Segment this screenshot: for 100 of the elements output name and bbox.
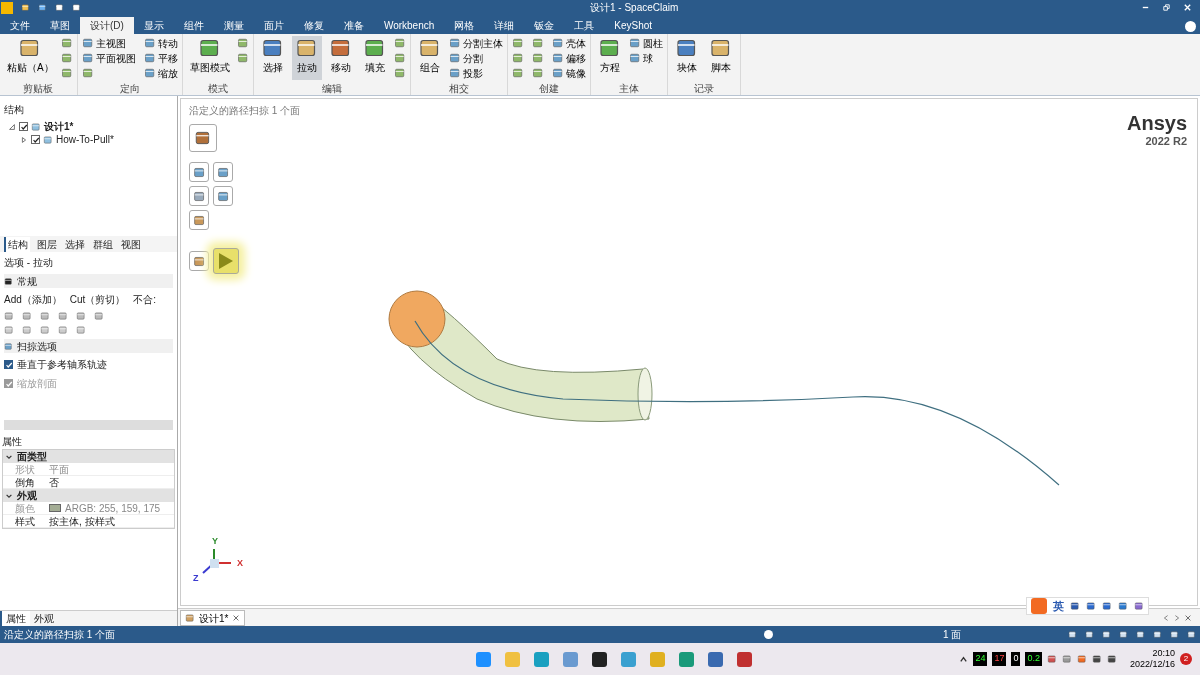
ribbon-tool-button[interactable]: 组合 [414,36,445,80]
panel-tab[interactable]: 图层 [36,236,58,252]
ribbon-small-button[interactable]: 圆柱 [628,36,663,50]
ribbon-tool-button[interactable]: 方程 [594,36,625,80]
restore-icon[interactable] [1162,3,1171,12]
tool-palette-button[interactable] [189,251,209,271]
ribbon-small-button[interactable]: 投影 [448,66,503,80]
panel-tab[interactable]: 外观 [30,611,58,626]
expand-arrow-icon[interactable] [20,135,28,144]
ribbon-small-button[interactable]: 主视图 [81,36,136,50]
ribbon-tool-button[interactable]: 选择 [257,36,288,80]
ribbon-small-button[interactable]: 转动 [143,36,178,50]
menu-tab[interactable]: Workbench [373,17,445,34]
menu-tab[interactable]: 准备 [333,17,374,34]
tool-icon [628,52,641,64]
ribbon-tool-button[interactable]: 脚本 [705,36,736,80]
menu-tab[interactable]: 网格 [444,17,485,34]
ribbon-icon-button[interactable] [393,51,406,65]
tool-palette-button[interactable] [189,124,217,152]
panel-title: 结构 [4,104,24,115]
ribbon-icon-button[interactable] [511,36,524,50]
ribbon-icon-button[interactable] [60,66,73,80]
section-header: 扫掠选项 [17,339,57,354]
scrollbar[interactable] [4,420,173,430]
complete-button[interactable] [213,248,239,274]
app-icon[interactable] [592,651,607,667]
ribbon-icon-button[interactable] [236,51,249,65]
ribbon-small-button[interactable]: 分割主体 [448,36,503,50]
ribbon-small-button[interactable]: 壳体 [551,36,586,50]
ribbon-icon-button[interactable] [511,66,524,80]
tool-palette-button[interactable] [189,210,209,230]
ribbon-icon-button[interactable] [60,36,73,50]
panel-tab[interactable]: 属性 [0,611,30,626]
scroll-left-icon[interactable] [1162,614,1170,622]
collapse-arrow-icon[interactable] [8,122,16,131]
menu-tab[interactable]: 显示 [133,17,174,34]
ribbon-small-button[interactable]: 分割 [448,51,503,65]
tool-palette-button[interactable] [189,162,209,182]
tree-checkbox[interactable] [19,122,28,131]
tool-icon [143,67,156,79]
ribbon-small-button[interactable]: 镜像 [551,66,586,80]
menu-tab[interactable]: 钣金 [524,17,565,34]
checkbox[interactable] [4,360,13,369]
menu-tab[interactable]: 草图 [40,17,80,34]
mode-option[interactable]: Cut（剪切） [69,292,126,307]
ribbon-small-button[interactable]: 偏移 [551,51,586,65]
ribbon-icon-button[interactable] [393,36,406,50]
mode-option[interactable]: 不合: [133,292,157,307]
ribbon-icon-button[interactable] [60,51,73,65]
tool-icon [143,52,156,64]
ribbon-group-label: 定向 [118,83,141,95]
version-text: 2022 R2 [1145,134,1187,149]
menu-tab[interactable]: 工具 [564,17,605,34]
menu-tab[interactable]: 修复 [293,17,334,34]
menu-tab[interactable]: 设计(D) [80,17,134,34]
tool-icon [76,325,86,335]
ribbon-tool-button[interactable]: 填充 [359,36,390,80]
tree-checkbox[interactable] [31,135,40,144]
panel-tab[interactable]: 选择 [64,236,86,252]
notification-badge[interactable]: 2 [1180,653,1192,665]
ribbon-small-button[interactable]: 球 [628,51,663,65]
ribbon-tool-button[interactable]: 拉动 [291,36,322,80]
close-icon[interactable] [232,614,241,622]
tool-palette-button[interactable] [213,162,233,182]
ribbon-small-button[interactable]: 平面视图 [81,51,136,65]
ribbon-icon-button[interactable] [531,36,544,50]
tool-palette-button[interactable] [213,186,233,206]
ribbon-tool-button[interactable]: 草图模式 [186,36,233,80]
menu-tab[interactable]: KeyShot [604,17,663,34]
tool-palette-button[interactable] [189,186,209,206]
ribbon-icon-button[interactable] [393,66,406,80]
input-method-icon[interactable] [1031,598,1047,614]
panel-title: 选项 - 拉动 [4,256,54,270]
menu-tab[interactable]: 面片 [253,17,294,34]
menu-tab[interactable]: 测量 [213,17,254,34]
menu-tab[interactable]: 文件 [0,17,40,34]
ribbon-icon-button[interactable] [511,51,524,65]
input-mode-text[interactable]: 英 [1053,597,1064,615]
panel-tab[interactable]: 视图 [120,236,142,252]
tree-item[interactable]: 设计1* [44,119,74,134]
ribbon-icon-button[interactable] [531,51,544,65]
ribbon-tool-button[interactable]: 块体 [671,36,702,80]
ribbon-small-button[interactable]: 缩放 [143,66,178,80]
menu-tab[interactable]: 组件 [173,17,214,34]
ribbon-icon-button[interactable] [531,66,544,80]
close-icon[interactable] [1184,614,1192,622]
document-tab[interactable]: 设计1* [180,610,246,626]
tree-item[interactable]: How-To-Pull* [56,132,114,147]
ribbon-tool-button[interactable]: 移动 [325,36,356,80]
ribbon-tool-button[interactable]: 粘贴（A） [4,36,57,80]
scroll-right-icon[interactable] [1173,614,1181,622]
mode-option[interactable]: Add（添加） [4,292,62,307]
toolbar-icon [1136,630,1145,639]
panel-tab[interactable]: 群组 [92,236,114,252]
meter-readout: 24 [973,652,988,666]
ribbon-icon-button[interactable] [236,36,249,50]
tray-expand-icon[interactable] [959,654,969,664]
ribbon-small-button[interactable]: 平移 [143,51,178,65]
menu-tab[interactable]: 详细 [484,17,525,34]
panel-tab[interactable]: 结构 [4,236,30,252]
